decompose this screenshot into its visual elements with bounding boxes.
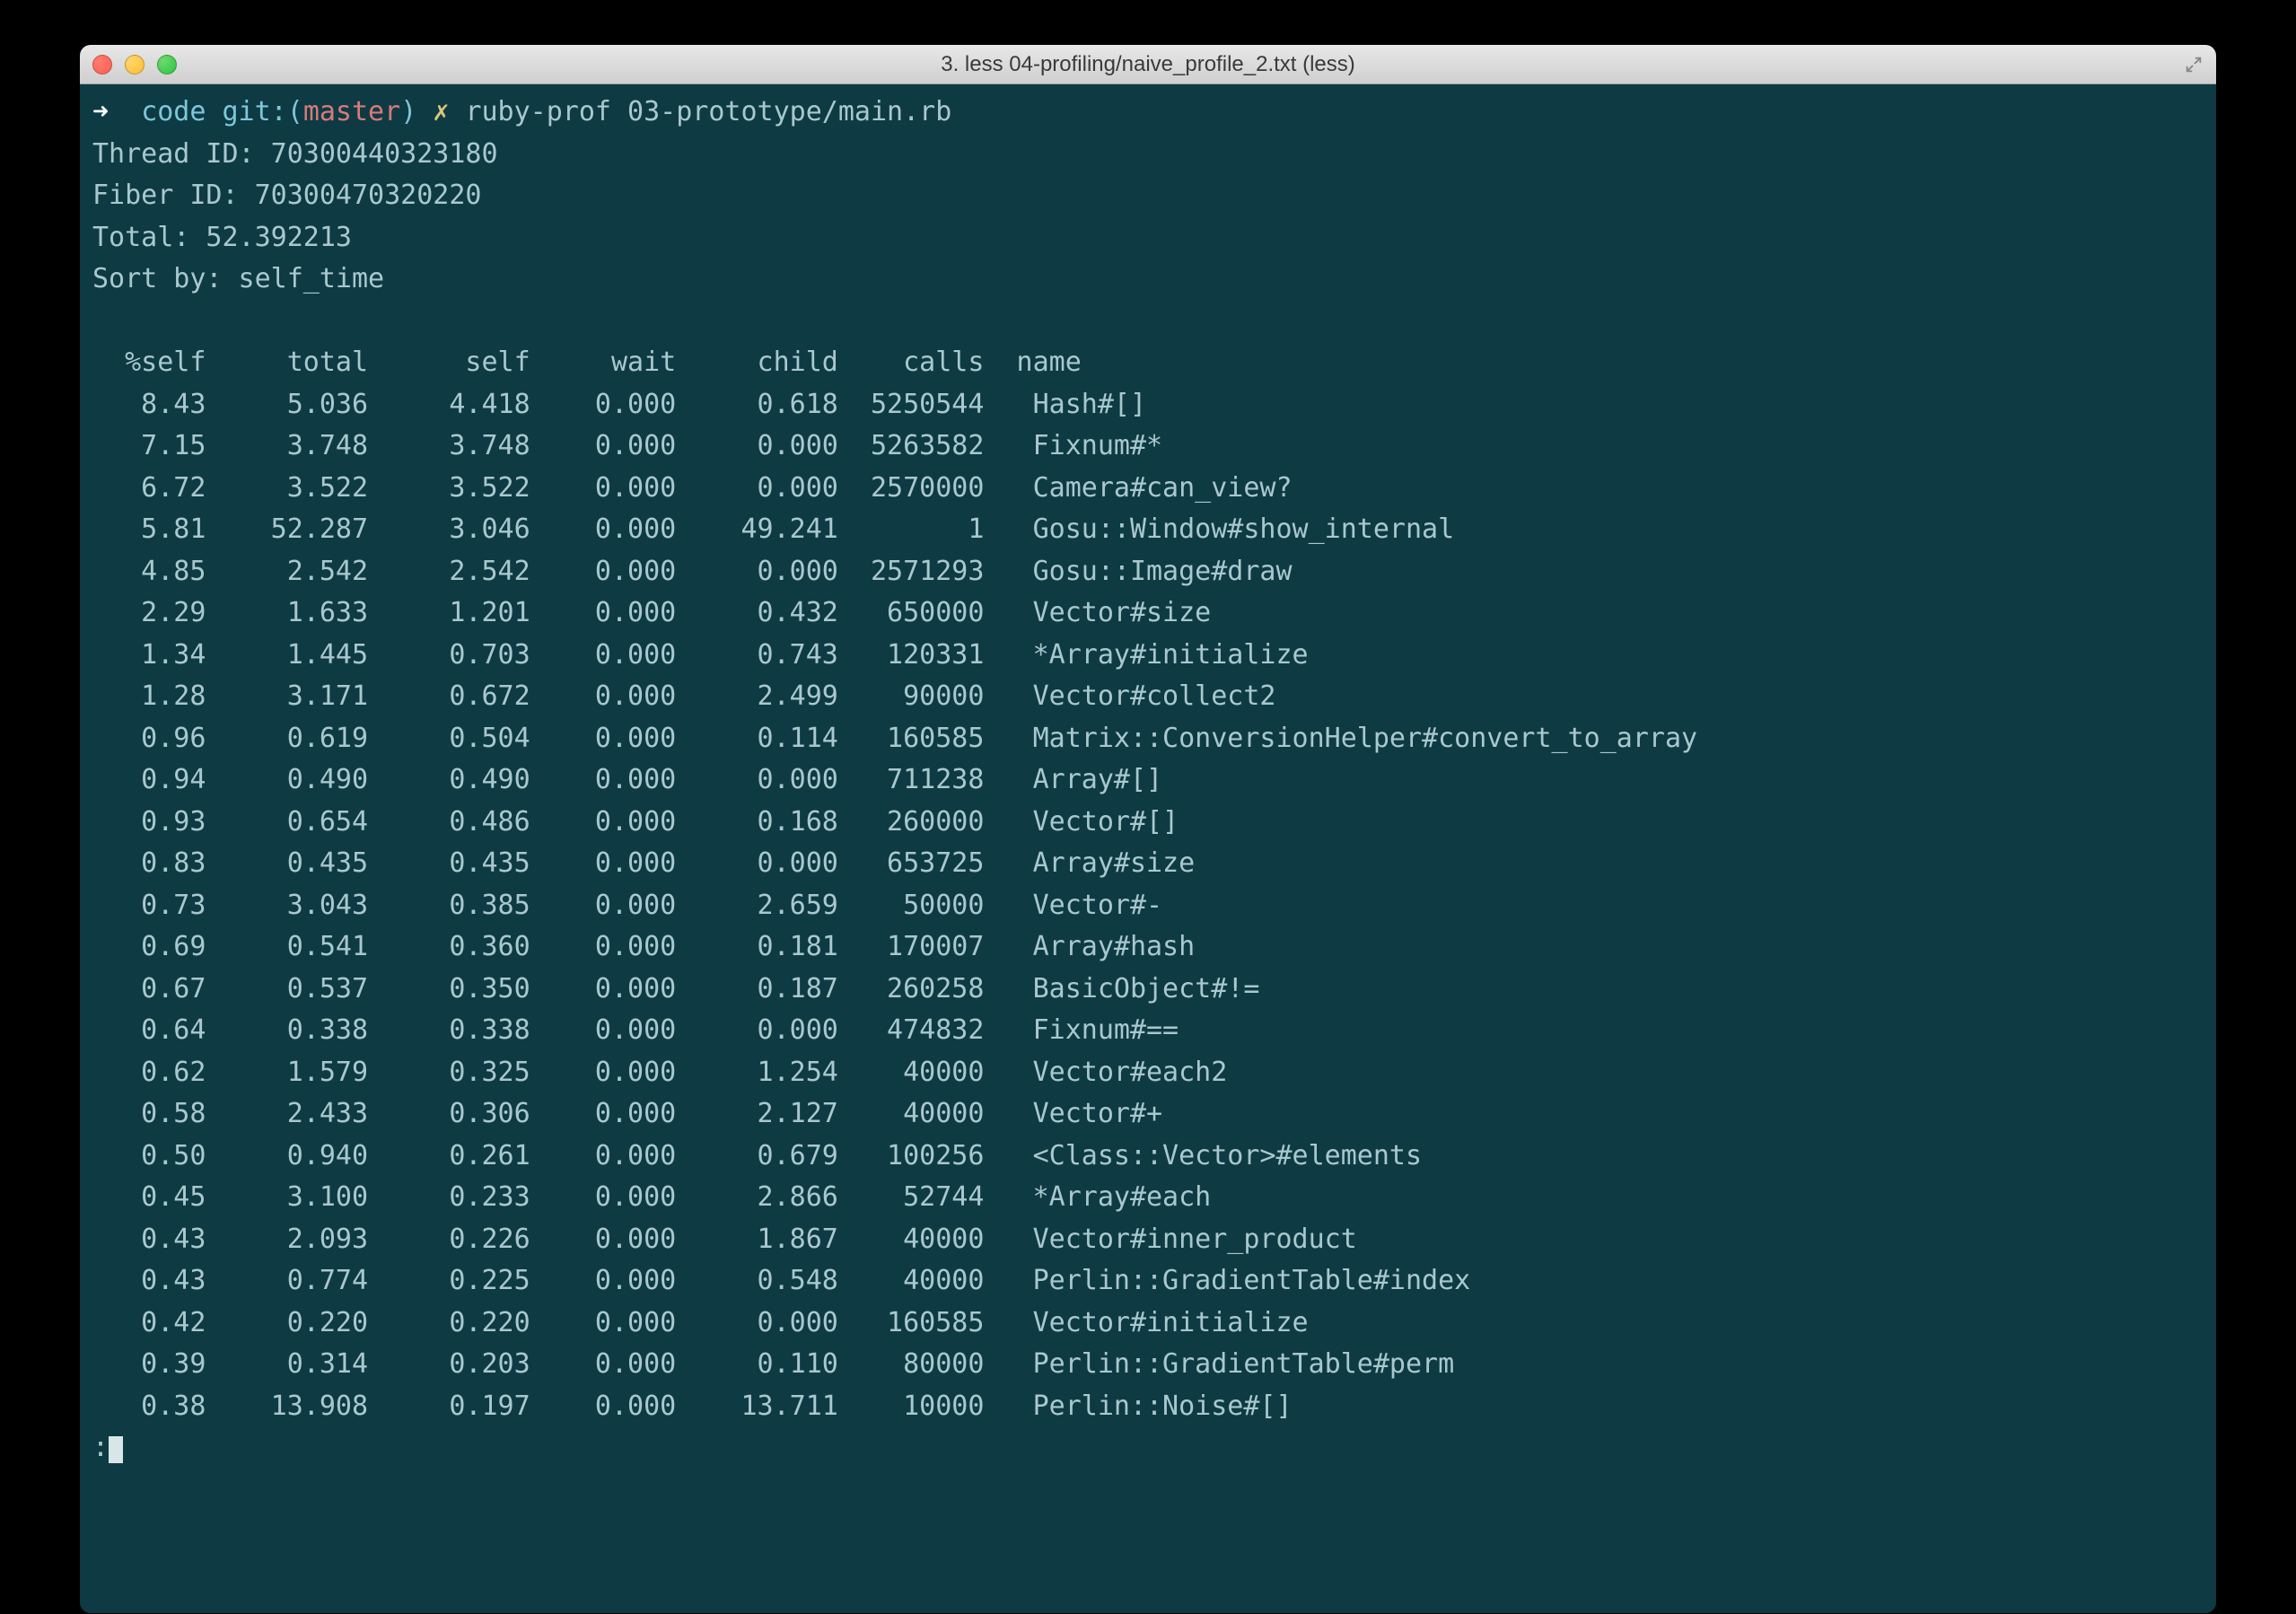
total-line: Total: 52.392213 xyxy=(92,222,352,253)
table-row: 0.96 0.619 0.504 0.000 0.114 160585 Matr… xyxy=(92,723,1697,754)
table-row: 0.42 0.220 0.220 0.000 0.000 160585 Vect… xyxy=(92,1307,1309,1338)
git-close: ) xyxy=(400,96,416,127)
expand-icon[interactable] xyxy=(2184,55,2204,75)
table-row: 0.39 0.314 0.203 0.000 0.110 80000 Perli… xyxy=(92,1348,1454,1380)
window-title: 3. less 04-profiling/naive_profile_2.txt… xyxy=(80,52,2216,77)
minimize-icon[interactable] xyxy=(125,55,145,75)
table-row: 8.43 5.036 4.418 0.000 0.618 5250544 Has… xyxy=(92,389,1146,420)
fiber-id-line: Fiber ID: 70300470320220 xyxy=(92,180,481,211)
table-row: 1.28 3.171 0.672 0.000 2.499 90000 Vecto… xyxy=(92,680,1276,712)
pager-prompt[interactable]: : xyxy=(92,1432,109,1463)
terminal-window: 3. less 04-profiling/naive_profile_2.txt… xyxy=(80,45,2216,1613)
table-row: 0.94 0.490 0.490 0.000 0.000 711238 Arra… xyxy=(92,764,1162,795)
table-row: 5.81 52.287 3.046 0.000 49.241 1 Gosu::W… xyxy=(92,513,1454,545)
table-row: 0.83 0.435 0.435 0.000 0.000 653725 Arra… xyxy=(92,847,1195,879)
prompt-line: ➜ code git:(master) ✗ ruby-prof 03-proto… xyxy=(92,96,951,127)
table-row: 0.67 0.537 0.350 0.000 0.187 260258 Basi… xyxy=(92,973,1259,1004)
table-row: 0.43 2.093 0.226 0.000 1.867 40000 Vecto… xyxy=(92,1224,1357,1255)
zoom-icon[interactable] xyxy=(157,55,177,75)
traffic-lights xyxy=(92,55,177,75)
table-row: 0.45 3.100 0.233 0.000 2.866 52744 *Arra… xyxy=(92,1181,1211,1213)
table-row: 0.62 1.579 0.325 0.000 1.254 40000 Vecto… xyxy=(92,1057,1227,1088)
table-row: 0.43 0.774 0.225 0.000 0.548 40000 Perli… xyxy=(92,1265,1470,1296)
sort-line: Sort by: self_time xyxy=(92,263,384,294)
table-row: 0.38 13.908 0.197 0.000 13.711 10000 Per… xyxy=(92,1390,1293,1422)
table-row: 6.72 3.522 3.522 0.000 0.000 2570000 Cam… xyxy=(92,472,1293,504)
git-dirty-icon: ✗ xyxy=(433,96,449,127)
table-row: 4.85 2.542 2.542 0.000 0.000 2571293 Gos… xyxy=(92,556,1293,587)
terminal-content[interactable]: ➜ code git:(master) ✗ ruby-prof 03-proto… xyxy=(80,84,2216,1613)
cursor xyxy=(109,1436,123,1463)
git-label: git:( xyxy=(223,96,303,127)
table-row: 0.93 0.654 0.486 0.000 0.168 260000 Vect… xyxy=(92,806,1179,838)
table-header: %self total self wait child calls name xyxy=(92,346,1082,378)
table-row: 1.34 1.445 0.703 0.000 0.743 120331 *Arr… xyxy=(92,639,1309,671)
table-row: 0.50 0.940 0.261 0.000 0.679 100256 <Cla… xyxy=(92,1140,1422,1171)
close-icon[interactable] xyxy=(92,55,112,75)
git-branch: master xyxy=(303,96,400,127)
titlebar[interactable]: 3. less 04-profiling/naive_profile_2.txt… xyxy=(80,45,2216,84)
prompt-arrow: ➜ xyxy=(92,96,109,127)
table-row: 0.69 0.541 0.360 0.000 0.181 170007 Arra… xyxy=(92,931,1195,962)
table-row: 2.29 1.633 1.201 0.000 0.432 650000 Vect… xyxy=(92,597,1211,628)
command: ruby-prof 03-prototype/main.rb xyxy=(465,96,951,127)
table-row: 0.58 2.433 0.306 0.000 2.127 40000 Vecto… xyxy=(92,1098,1162,1129)
prompt-dir: code xyxy=(141,96,206,127)
table-row: 7.15 3.748 3.748 0.000 0.000 5263582 Fix… xyxy=(92,430,1162,461)
thread-id-line: Thread ID: 70300440323180 xyxy=(92,138,498,170)
table-row: 0.64 0.338 0.338 0.000 0.000 474832 Fixn… xyxy=(92,1014,1179,1046)
table-row: 0.73 3.043 0.385 0.000 2.659 50000 Vecto… xyxy=(92,890,1162,921)
